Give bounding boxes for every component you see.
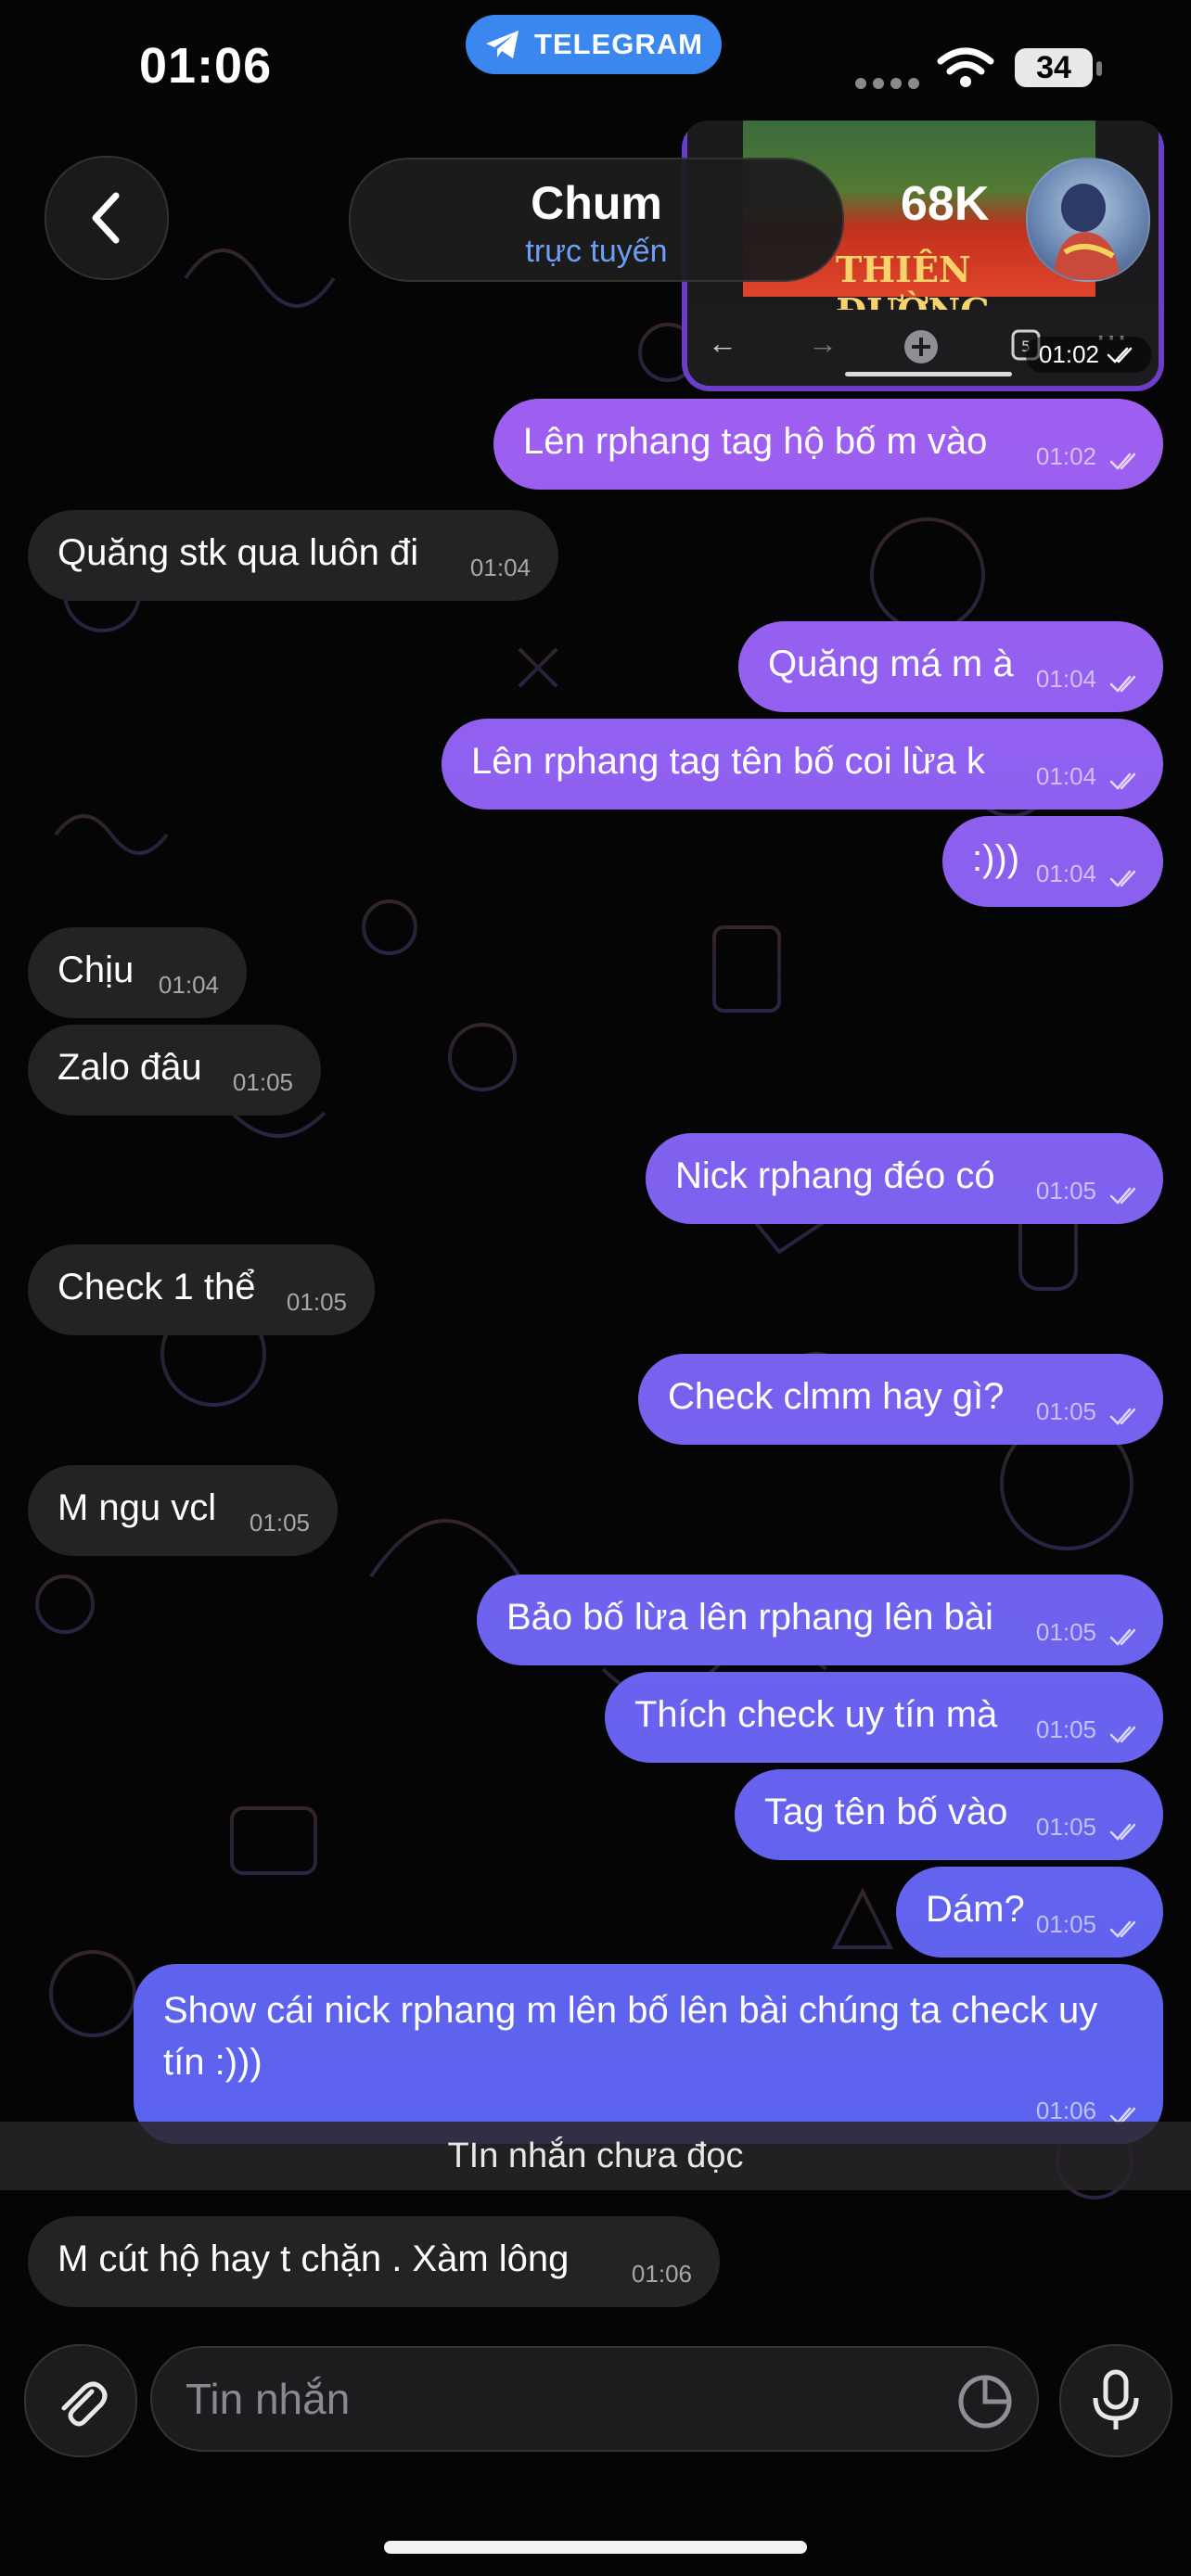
media-timestamp: 01:02 xyxy=(1025,337,1151,373)
status-time: 01:06 xyxy=(139,38,273,94)
outgoing-message-bubble[interactable]: Show cái nick rphang m lên bố lên bài ch… xyxy=(134,1964,1163,2144)
incoming-message-bubble[interactable]: Chịu 01:04 xyxy=(28,927,247,1018)
message-timestamp: 01:05 xyxy=(286,1288,347,1316)
incoming-message-bubble[interactable]: Quăng stk qua luôn đi 01:04 xyxy=(28,510,558,601)
unread-messages-divider: TIn nhắn chưa đọc xyxy=(0,2122,1191,2190)
double-check-icon xyxy=(1109,1187,1136,1205)
outgoing-message-bubble[interactable]: :))) 01:04 xyxy=(942,816,1163,907)
message-timestamp: 01:04 xyxy=(1035,665,1096,693)
arrow-right-icon: → xyxy=(808,326,838,360)
message-timestamp: 01:02 xyxy=(1035,442,1096,470)
message-timestamp: 01:06 xyxy=(631,2260,692,2288)
message-text: Show cái nick rphang m lên bố lên bài ch… xyxy=(163,1990,1098,2083)
sticker-icon[interactable] xyxy=(957,2374,1013,2429)
message-text: M cút hộ hay t chặn . Xàm lông xyxy=(58,2238,570,2279)
outgoing-message-bubble[interactable]: Lên rphang tag tên bố coi lừa k 01:04 xyxy=(442,719,1163,810)
incoming-message-bubble[interactable]: Zalo đâu 01:05 xyxy=(28,1025,321,1116)
double-check-icon xyxy=(1109,675,1136,693)
wifi-icon xyxy=(937,47,994,87)
double-check-icon xyxy=(1109,453,1136,470)
back-button[interactable] xyxy=(45,156,169,280)
message-text: Thích check uy tín mà xyxy=(634,1694,998,1735)
outgoing-message-bubble[interactable]: Thích check uy tín mà 01:05 xyxy=(605,1672,1163,1763)
message-timestamp: 01:05 xyxy=(1035,1397,1096,1425)
status-bar: 01:06 TELEGRAM 34 xyxy=(0,0,1191,139)
message-text: Chịu xyxy=(58,950,134,990)
double-check-icon xyxy=(1107,347,1133,363)
home-indicator xyxy=(384,2541,807,2554)
message-timestamp: 01:05 xyxy=(232,1068,293,1096)
double-check-icon xyxy=(1109,1628,1136,1646)
telegram-pill-label: TELEGRAM xyxy=(534,28,703,60)
message-input[interactable] xyxy=(184,2370,911,2428)
contact-status: trực tuyến xyxy=(525,234,668,269)
contact-avatar[interactable] xyxy=(1026,158,1150,282)
incoming-message-bubble[interactable]: M ngu vcl 01:05 xyxy=(28,1465,338,1556)
double-check-icon xyxy=(1109,870,1136,887)
message-text: Tag tên bố vào xyxy=(764,1792,1008,1832)
chat-title[interactable]: Chum trực tuyến xyxy=(349,158,844,282)
attach-button[interactable] xyxy=(24,2344,137,2457)
paperclip-icon xyxy=(61,2381,108,2427)
message-timestamp: 01:05 xyxy=(1035,1177,1096,1205)
message-text: Dám? xyxy=(926,1889,1025,1930)
message-field[interactable] xyxy=(150,2346,1039,2452)
battery-tip-icon xyxy=(1096,61,1102,76)
composer-bar xyxy=(0,2327,1191,2485)
contact-name: Chum xyxy=(531,177,662,229)
message-text: Zalo đâu xyxy=(58,1047,202,1088)
message-timestamp: 01:05 xyxy=(1035,1715,1096,1743)
message-text: M ngu vcl xyxy=(58,1487,217,1528)
message-text: Quăng má m à xyxy=(768,644,1014,684)
outgoing-message-bubble[interactable]: Tag tên bố vào 01:05 xyxy=(735,1769,1163,1860)
message-text: Check clmm hay gì? xyxy=(668,1376,1005,1417)
outgoing-message-bubble[interactable]: Quăng má m à 01:04 xyxy=(738,621,1163,712)
message-text: Check 1 thể xyxy=(58,1267,256,1307)
message-timestamp: 01:05 xyxy=(1035,1813,1096,1841)
microphone-icon xyxy=(1093,2369,1139,2429)
outgoing-message-bubble[interactable]: Bảo bố lừa lên rphang lên bài 01:05 xyxy=(477,1575,1163,1665)
message-text: Bảo bố lừa lên rphang lên bài xyxy=(506,1597,993,1638)
incoming-message-bubble[interactable]: Check 1 thể 01:05 xyxy=(28,1244,375,1335)
outgoing-message-bubble[interactable]: Nick rphang đéo có 01:05 xyxy=(646,1133,1163,1224)
outgoing-message-bubble[interactable]: Lên rphang tag hộ bố m vào 01:02 xyxy=(493,399,1163,490)
message-timestamp: 01:04 xyxy=(1035,860,1096,887)
outgoing-message-bubble[interactable]: Check clmm hay gì? 01:05 xyxy=(638,1354,1163,1445)
incoming-message-bubble[interactable]: M cút hộ hay t chặn . Xàm lông 01:06 xyxy=(28,2216,720,2307)
cellular-signal-icon xyxy=(855,78,919,89)
outgoing-message-bubble[interactable]: Dám? 01:05 xyxy=(896,1867,1163,1958)
arrow-left-icon: ← xyxy=(708,326,737,360)
media-image-price: 68K xyxy=(901,177,990,231)
plus-circle-icon xyxy=(904,330,938,363)
message-timestamp: 01:04 xyxy=(158,971,219,999)
battery-indicator: 34 xyxy=(1015,48,1093,87)
message-timestamp: 01:05 xyxy=(249,1509,310,1537)
double-check-icon xyxy=(1109,1726,1136,1743)
telegram-plane-icon xyxy=(486,31,519,58)
message-text: Nick rphang đéo có xyxy=(675,1155,995,1196)
message-text: Lên rphang tag tên bố coi lừa k xyxy=(471,741,985,782)
double-check-icon xyxy=(1109,1408,1136,1425)
telegram-app-pill[interactable]: TELEGRAM xyxy=(466,15,722,74)
message-text: :))) xyxy=(972,838,1020,879)
chevron-left-icon xyxy=(92,192,120,244)
double-check-icon xyxy=(1109,772,1136,790)
message-timestamp: 01:05 xyxy=(1035,1910,1096,1938)
message-text: Quăng stk qua luôn đi xyxy=(58,532,419,573)
voice-record-button[interactable] xyxy=(1059,2344,1172,2457)
message-timestamp: 01:05 xyxy=(1035,1618,1096,1646)
message-timestamp: 01:04 xyxy=(1035,762,1096,790)
double-check-icon xyxy=(1109,1920,1136,1938)
message-timestamp: 01:04 xyxy=(469,554,531,581)
double-check-icon xyxy=(1109,1823,1136,1841)
avatar-figure xyxy=(1054,184,1121,280)
message-text: Lên rphang tag hộ bố m vào xyxy=(523,421,988,462)
home-indicator-thumb xyxy=(845,372,1012,376)
